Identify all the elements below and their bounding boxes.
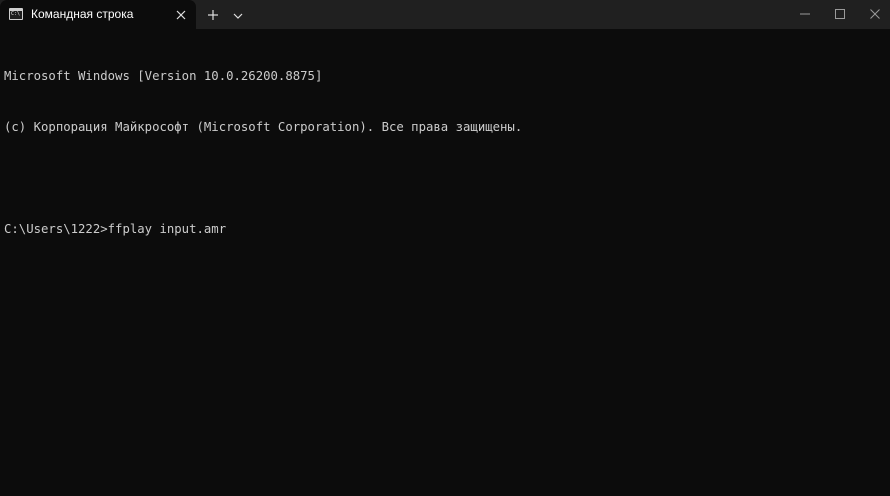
- terminal-window: Командная строка: [0, 0, 890, 496]
- terminal-line-copyright: (c) Корпорация Майкрософт (Microsoft Cor…: [4, 120, 523, 134]
- chevron-down-icon: [233, 13, 243, 19]
- title-bar[interactable]: Командная строка: [0, 0, 890, 29]
- close-icon: [176, 10, 186, 20]
- terminal-line-prompt: C:\Users\1222>ffplay input.amr: [4, 222, 227, 236]
- terminal-output[interactable]: Microsoft Windows [Version 10.0.26200.88…: [4, 34, 886, 492]
- cmd-prompt-icon: [9, 8, 23, 20]
- terminal-line-version: Microsoft Windows [Version 10.0.26200.88…: [4, 69, 323, 83]
- plus-icon: [208, 10, 218, 20]
- close-icon: [870, 9, 880, 19]
- maximize-icon: [835, 9, 845, 19]
- new-tab-button[interactable]: [205, 7, 221, 23]
- tab-dropdown-button[interactable]: [231, 8, 245, 22]
- tab-close-button[interactable]: [174, 7, 188, 21]
- close-window-button[interactable]: [852, 0, 890, 29]
- tab-title: Командная строка: [31, 7, 134, 21]
- minimize-icon: [800, 13, 810, 15]
- tab-command-prompt[interactable]: Командная строка: [0, 0, 196, 29]
